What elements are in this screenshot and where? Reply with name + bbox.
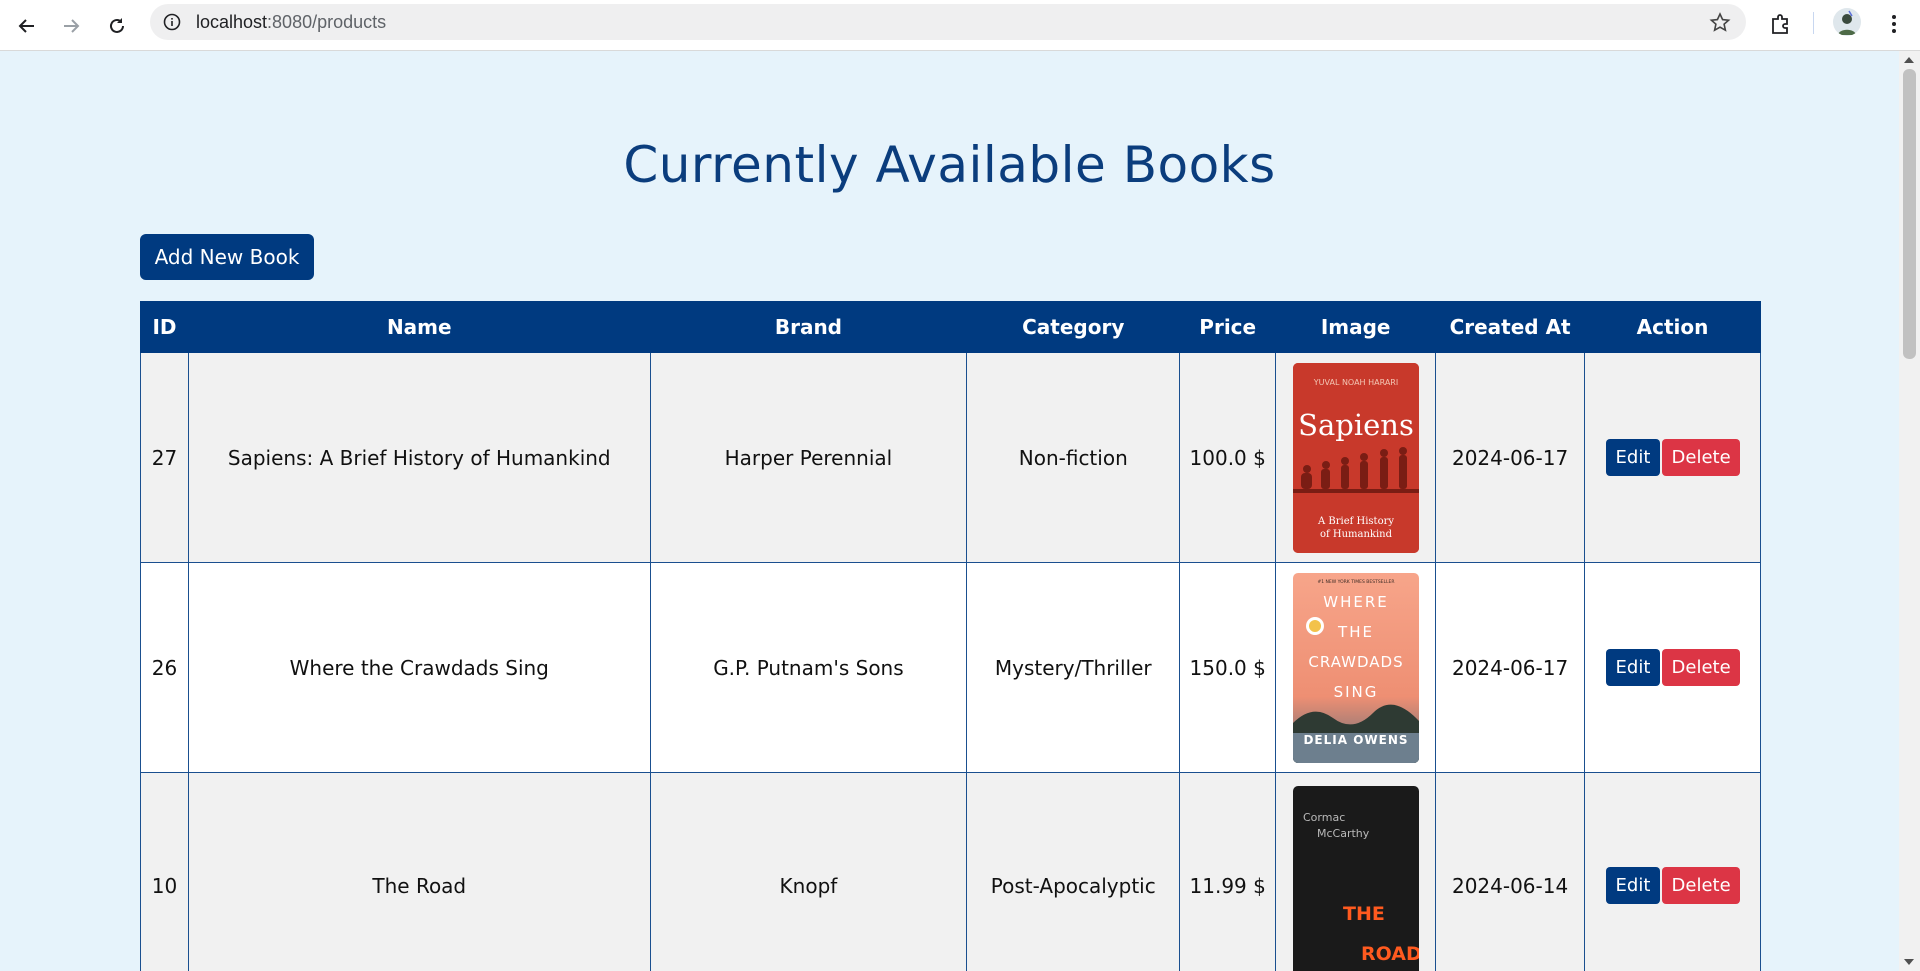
header-created-at: Created At [1435, 301, 1586, 353]
table-row: 27 Sapiens: A Brief History of Humankind… [140, 352, 1761, 563]
toolbar-divider [1813, 12, 1814, 34]
header-category: Category [966, 301, 1181, 353]
profile-picture-icon [1833, 8, 1861, 36]
star-icon[interactable] [1708, 11, 1732, 35]
delete-button[interactable]: Delete [1661, 649, 1740, 686]
book-cover-image: Cormac McCarthy THE ROAD [1292, 785, 1419, 971]
cover-subtitle-2: of Humankind [1320, 529, 1393, 540]
avatar[interactable] [1833, 8, 1861, 36]
cell-image: YUVAL NOAH HARARI Sapiens A Brief Histor… [1275, 352, 1437, 563]
header-image: Image [1275, 301, 1437, 353]
cell-name: Where the Crawdads Sing [187, 562, 651, 773]
kebab-menu-icon [1892, 15, 1896, 33]
cell-category: Non-fiction [966, 352, 1181, 563]
scroll-down-arrow-icon[interactable] [1904, 959, 1914, 965]
page-scrollbar[interactable] [1899, 51, 1920, 971]
scroll-thumb[interactable] [1903, 69, 1916, 359]
reload-icon [110, 18, 124, 33]
back-arrow-icon [18, 19, 34, 33]
cover-title: Sapiens [1298, 408, 1414, 442]
cell-image: Cormac McCarthy THE ROAD [1275, 772, 1437, 971]
cover-title-2: THE [1337, 623, 1374, 641]
header-name: Name [187, 301, 651, 353]
cell-name: The Road [187, 772, 651, 971]
cell-price: 150.0 $ [1179, 562, 1277, 773]
cell-created-at: 2024-06-14 [1435, 772, 1586, 971]
delete-button[interactable]: Delete [1661, 867, 1740, 904]
cell-id: 10 [140, 772, 189, 971]
table-header-row: ID Name Brand Category Price Image Creat… [140, 301, 1761, 353]
cell-brand: Harper Perennial [649, 352, 968, 563]
cell-category: Mystery/Thriller [966, 562, 1181, 773]
cell-price: 11.99 $ [1179, 772, 1277, 971]
table-row: 10 The Road Knopf Post-Apocalyptic 11.99… [140, 772, 1761, 971]
browser-menu-button[interactable] [1878, 8, 1910, 40]
table-row: 26 Where the Crawdads Sing G.P. Putnam's… [140, 562, 1761, 773]
edit-button[interactable]: Edit [1605, 439, 1660, 476]
book-cover-image: YUVAL NOAH HARARI Sapiens A Brief Histor… [1292, 362, 1419, 553]
delete-button[interactable]: Delete [1661, 439, 1740, 476]
cell-category: Post-Apocalyptic [966, 772, 1181, 971]
header-price: Price [1179, 301, 1277, 353]
edit-button[interactable]: Edit [1605, 867, 1660, 904]
browser-toolbar: localhost:8080/products [0, 0, 1920, 51]
add-new-book-button[interactable]: Add New Book [140, 234, 314, 280]
extensions-button[interactable] [1764, 8, 1796, 40]
url-host: localhost [196, 12, 268, 32]
books-table: ID Name Brand Category Price Image Creat… [140, 301, 1761, 971]
cell-image: #1 NEW YORK TIMES BESTSELLER WHERE THE C… [1275, 562, 1437, 773]
cell-action: Edit Delete [1584, 562, 1761, 773]
cell-name: Sapiens: A Brief History of Humankind [187, 352, 651, 563]
cover-title-4: SING [1333, 683, 1378, 701]
cell-id: 27 [140, 352, 189, 563]
page-title: Currently Available Books [623, 136, 1276, 194]
cell-price: 100.0 $ [1179, 352, 1277, 563]
book-cover-image: #1 NEW YORK TIMES BESTSELLER WHERE THE C… [1292, 572, 1419, 763]
forward-button[interactable] [53, 8, 89, 44]
cell-action: Edit Delete [1584, 352, 1761, 563]
header-id: ID [140, 301, 189, 353]
scroll-up-arrow-icon[interactable] [1904, 57, 1914, 63]
cover-title-2: ROAD [1361, 943, 1419, 965]
url-text[interactable]: localhost:8080/products [196, 4, 386, 40]
cover-subtitle-1: A Brief History [1317, 516, 1394, 527]
cell-action: Edit Delete [1584, 772, 1761, 971]
cover-author: YUVAL NOAH HARARI [1312, 378, 1397, 387]
cell-id: 26 [140, 562, 189, 773]
edit-button[interactable]: Edit [1605, 649, 1660, 686]
forward-arrow-icon [64, 19, 80, 33]
cell-created-at: 2024-06-17 [1435, 352, 1586, 563]
cover-title-3: CRAWDADS [1308, 653, 1403, 671]
cover-title-1: THE [1343, 903, 1385, 925]
back-button[interactable] [9, 8, 45, 44]
header-action: Action [1584, 301, 1761, 353]
cover-tagline: #1 NEW YORK TIMES BESTSELLER [1317, 579, 1394, 585]
extensions-icon [1772, 14, 1788, 34]
cover-author-2: McCarthy [1317, 827, 1370, 840]
cover-author: DELIA OWENS [1303, 733, 1408, 747]
site-info-icon[interactable] [162, 12, 182, 32]
address-bar[interactable]: localhost:8080/products [150, 4, 1746, 40]
reload-button[interactable] [99, 8, 135, 44]
url-path: :8080/products [267, 12, 387, 32]
cell-brand: Knopf [649, 772, 968, 971]
cell-created-at: 2024-06-17 [1435, 562, 1586, 773]
cell-brand: G.P. Putnam's Sons [649, 562, 968, 773]
cover-author-1: Cormac [1303, 811, 1345, 824]
cover-title-1: WHERE [1323, 593, 1389, 611]
header-brand: Brand [649, 301, 968, 353]
